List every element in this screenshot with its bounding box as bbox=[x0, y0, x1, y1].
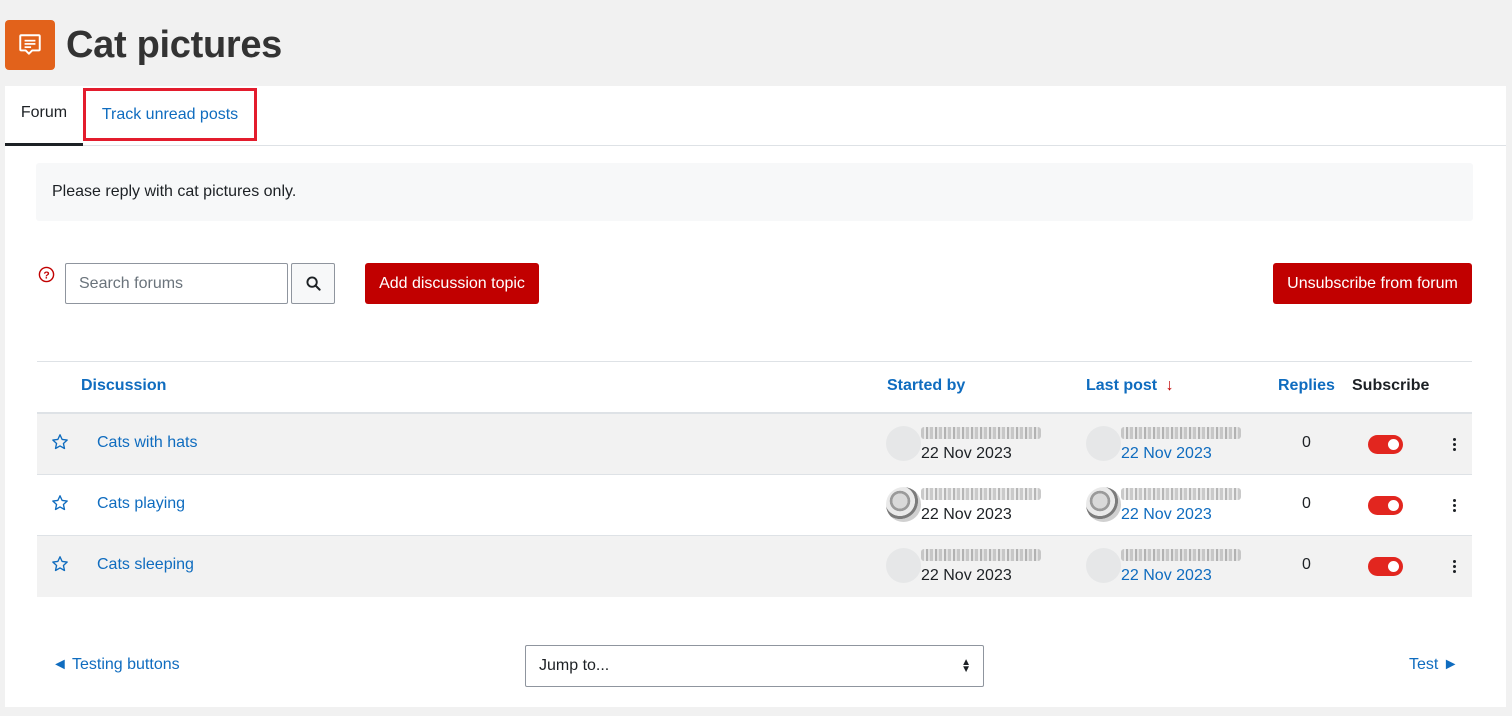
more-actions-icon[interactable] bbox=[1448, 556, 1460, 576]
star-icon[interactable] bbox=[51, 494, 69, 512]
last-post-date-link[interactable]: 22 Nov 2023 bbox=[1121, 567, 1212, 585]
header-last-post[interactable]: Last post ↓ bbox=[1086, 377, 1174, 395]
discussion-link[interactable]: Cats playing bbox=[97, 495, 185, 513]
discussion-link[interactable]: Cats sleeping bbox=[97, 556, 194, 574]
svg-text:?: ? bbox=[43, 270, 49, 281]
unsubscribe-button[interactable]: Unsubscribe from forum bbox=[1273, 263, 1472, 304]
last-post-date-link[interactable]: 22 Nov 2023 bbox=[1121, 445, 1212, 463]
jump-to-select[interactable]: Jump to... ▲ ▼ bbox=[525, 645, 984, 687]
header-started-by[interactable]: Started by bbox=[887, 377, 965, 395]
header-subscribe: Subscribe bbox=[1352, 377, 1430, 394]
forum-icon bbox=[5, 20, 55, 70]
tab-forum[interactable]: Forum bbox=[5, 86, 83, 146]
discussion-table: Discussion Started by Last post ↓ Replie… bbox=[37, 361, 1472, 597]
table-header: Discussion Started by Last post ↓ Replie… bbox=[37, 361, 1472, 414]
jump-to-label: Jump to... bbox=[539, 657, 610, 674]
header-last-post-label: Last post bbox=[1086, 377, 1158, 394]
header-replies[interactable]: Replies bbox=[1278, 377, 1335, 395]
subscribe-toggle[interactable] bbox=[1368, 496, 1403, 515]
forum-card: Forum Track unread posts Please reply wi… bbox=[5, 86, 1506, 707]
avatar[interactable] bbox=[1086, 426, 1121, 461]
blurred-author-name[interactable] bbox=[921, 549, 1041, 561]
tab-track-unread-posts[interactable]: Track unread posts bbox=[83, 88, 257, 141]
previous-activity-link[interactable]: ◄ Testing buttons bbox=[52, 656, 180, 674]
blurred-author-name[interactable] bbox=[1121, 427, 1241, 439]
table-row: Cats sleeping 22 Nov 2023 22 Nov 2023 0 bbox=[37, 536, 1472, 597]
started-date: 22 Nov 2023 bbox=[921, 506, 1012, 523]
table-row: Cats with hats 22 Nov 2023 22 Nov 2023 0 bbox=[37, 414, 1472, 475]
blurred-author-name[interactable] bbox=[921, 488, 1041, 500]
started-date: 22 Nov 2023 bbox=[921, 567, 1012, 584]
search-input[interactable] bbox=[65, 263, 288, 304]
help-icon[interactable]: ? bbox=[38, 266, 55, 283]
avatar[interactable] bbox=[886, 426, 921, 461]
avatar[interactable] bbox=[1086, 487, 1121, 522]
replies-count: 0 bbox=[1302, 556, 1311, 573]
more-actions-icon[interactable] bbox=[1448, 495, 1460, 515]
last-post-date-link[interactable]: 22 Nov 2023 bbox=[1121, 506, 1212, 524]
avatar[interactable] bbox=[886, 487, 921, 522]
avatar[interactable] bbox=[886, 548, 921, 583]
sort-desc-icon: ↓ bbox=[1165, 377, 1174, 394]
next-activity-link[interactable]: Test ► bbox=[1409, 656, 1459, 674]
select-caret-icon: ▲ ▼ bbox=[961, 657, 971, 675]
more-actions-icon[interactable] bbox=[1448, 434, 1460, 454]
page-title: Cat pictures bbox=[66, 23, 283, 66]
subscribe-toggle[interactable] bbox=[1368, 557, 1403, 576]
blurred-author-name[interactable] bbox=[1121, 549, 1241, 561]
page-header: Cat pictures bbox=[5, 20, 282, 70]
search-icon bbox=[305, 276, 321, 291]
header-discussion[interactable]: Discussion bbox=[81, 377, 166, 395]
blurred-author-name[interactable] bbox=[921, 427, 1041, 439]
replies-count: 0 bbox=[1302, 434, 1311, 451]
discussion-link[interactable]: Cats with hats bbox=[97, 434, 197, 452]
forum-intro: Please reply with cat pictures only. bbox=[36, 163, 1473, 221]
star-icon[interactable] bbox=[51, 555, 69, 573]
replies-count: 0 bbox=[1302, 495, 1311, 512]
blurred-author-name[interactable] bbox=[1121, 488, 1241, 500]
star-icon[interactable] bbox=[51, 433, 69, 451]
avatar[interactable] bbox=[1086, 548, 1121, 583]
search-button[interactable] bbox=[291, 263, 335, 304]
tab-bar: Forum Track unread posts bbox=[5, 86, 1506, 146]
subscribe-toggle[interactable] bbox=[1368, 435, 1403, 454]
started-date: 22 Nov 2023 bbox=[921, 445, 1012, 462]
add-discussion-topic-button[interactable]: Add discussion topic bbox=[365, 263, 539, 304]
table-row: Cats playing 22 Nov 2023 22 Nov 2023 0 bbox=[37, 475, 1472, 536]
